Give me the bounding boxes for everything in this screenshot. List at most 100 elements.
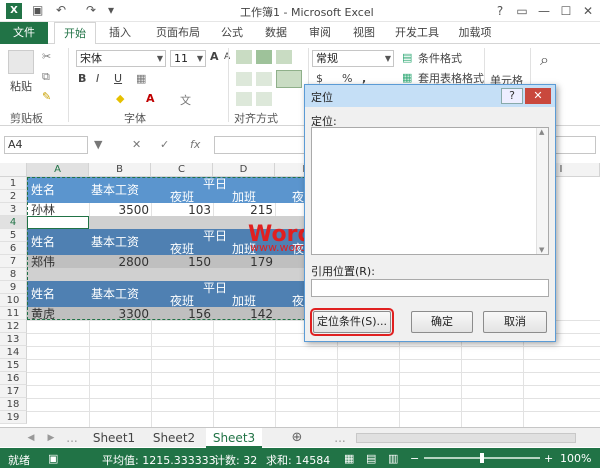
horizontal-scrollbar[interactable] (356, 433, 576, 443)
normal-view-icon[interactable]: ▦ (344, 452, 354, 465)
table-format-icon[interactable]: ▦ (402, 71, 412, 84)
decrease-indent-icon[interactable] (236, 92, 252, 106)
redo-icon[interactable]: ↷ (86, 3, 96, 17)
zoom-slider-thumb[interactable] (480, 453, 484, 463)
row-header[interactable]: 16 (0, 372, 27, 385)
zoom-out-button[interactable]: − (410, 452, 419, 465)
align-center-icon[interactable] (256, 72, 272, 86)
tab-scroll-more-icon[interactable]: ... (330, 428, 350, 448)
paste-label[interactable]: 粘贴 (10, 78, 32, 94)
row-header[interactable]: 3 (0, 203, 27, 216)
row-header[interactable]: 7 (0, 255, 27, 268)
row-header[interactable]: 12 (0, 320, 27, 333)
row-header[interactable]: 19 (0, 411, 27, 424)
prev-sheet-icon[interactable]: ◀ (24, 428, 38, 448)
tab-home[interactable]: 开始 (54, 22, 96, 45)
tab-data[interactable]: 数据 (256, 22, 296, 44)
column-header[interactable]: C (151, 163, 213, 177)
ok-button[interactable]: 确定 (411, 311, 473, 333)
add-sheet-icon[interactable]: ⊕ (288, 428, 306, 448)
page-break-icon[interactable]: ▥ (388, 452, 398, 465)
row-header[interactable]: 8 (0, 268, 27, 281)
row-header[interactable]: 9 (0, 281, 27, 294)
maximize-icon[interactable]: ☐ (556, 2, 576, 20)
wrap-text-icon[interactable] (276, 50, 292, 64)
enter-icon[interactable]: ✓ (160, 138, 169, 151)
ribbon-display-icon[interactable]: ▭ (512, 2, 532, 20)
merge-center-icon[interactable] (276, 70, 302, 88)
row-header[interactable]: 2 (0, 190, 27, 203)
tab-addins[interactable]: 加载项 (450, 22, 500, 44)
undo-icon[interactable]: ↶ (56, 3, 66, 17)
row-header[interactable]: 11 (0, 307, 27, 320)
font-size-select[interactable]: 11 ▼ (170, 50, 206, 67)
cancel-icon[interactable]: ✕ (132, 138, 141, 151)
zoom-level[interactable]: 100% (560, 452, 591, 465)
page-layout-icon[interactable]: ▤ (366, 452, 376, 465)
goto-special-button[interactable]: 定位条件(S)... (310, 308, 394, 336)
minimize-icon[interactable]: — (534, 2, 554, 20)
find-icon[interactable]: ⌕ (540, 50, 549, 70)
tab-insert[interactable]: 插入 (100, 22, 140, 44)
name-box-dropdown-icon[interactable]: ▼ (94, 138, 102, 151)
font-color-button[interactable]: A (146, 92, 155, 105)
borders-icon[interactable]: ▦ (136, 72, 146, 85)
status-macro-icon[interactable]: ▣ (48, 452, 58, 465)
sheet-tab-sheet3[interactable]: Sheet3 (206, 428, 262, 448)
number-format-select[interactable]: 常规 ▼ (312, 50, 394, 67)
paste-icon[interactable] (8, 50, 34, 74)
tab-file[interactable]: 文件 (0, 22, 48, 44)
row-header[interactable]: 13 (0, 333, 27, 346)
align-middle-icon[interactable] (256, 50, 272, 64)
tab-page-layout[interactable]: 页面布局 (146, 22, 210, 44)
row-header[interactable]: 17 (0, 385, 27, 398)
zoom-in-button[interactable]: + (544, 452, 553, 465)
tab-review[interactable]: 审阅 (300, 22, 340, 44)
orientation-icon[interactable] (256, 92, 272, 106)
cancel-button[interactable]: 取消 (483, 311, 547, 333)
dialog-help-icon[interactable]: ? (501, 88, 523, 104)
list-scrollbar[interactable]: ▲ ▼ (536, 128, 548, 254)
insert-function-icon[interactable]: fx (190, 138, 200, 151)
tab-formulas[interactable]: 公式 (214, 22, 250, 44)
row-header[interactable]: 18 (0, 398, 27, 411)
dialog-close-icon[interactable]: ✕ (525, 88, 551, 104)
scroll-up-icon[interactable]: ▲ (539, 128, 544, 136)
conditional-format-icon[interactable]: ▤ (402, 51, 412, 64)
help-icon[interactable]: ? (490, 2, 510, 20)
sheet-tab-sheet1[interactable]: Sheet1 (86, 428, 142, 448)
conditional-format-button[interactable]: 条件格式 (418, 50, 462, 66)
align-top-icon[interactable] (236, 50, 252, 64)
align-left-icon[interactable] (236, 72, 252, 86)
save-icon[interactable]: ▣ (32, 3, 43, 17)
underline-button[interactable]: U (114, 72, 122, 85)
copy-icon[interactable]: ⧉ (42, 70, 50, 84)
scroll-down-icon[interactable]: ▼ (539, 246, 544, 254)
italic-button[interactable]: I (96, 72, 99, 85)
customize-icon[interactable]: ▾ (108, 3, 114, 17)
close-icon[interactable]: ✕ (578, 2, 598, 20)
row-header[interactable]: 6 (0, 242, 27, 255)
column-header[interactable]: A (27, 163, 89, 177)
bold-button[interactable]: B (78, 72, 86, 85)
tab-view[interactable]: 视图 (344, 22, 384, 44)
format-painter-icon[interactable]: ✎ (42, 90, 51, 103)
row-header[interactable]: 10 (0, 294, 27, 307)
row-header[interactable]: 15 (0, 359, 27, 372)
next-sheet-icon[interactable]: ▶ (44, 428, 58, 448)
row-header[interactable]: 4 (0, 216, 27, 229)
select-all-corner[interactable] (0, 163, 27, 177)
column-header[interactable]: B (89, 163, 151, 177)
font-name-select[interactable]: 宋体 ▼ (76, 50, 166, 67)
phonetic-icon[interactable]: 文 (180, 92, 191, 108)
grow-font-button[interactable]: A (210, 50, 219, 63)
more-sheets-icon[interactable]: ... (62, 428, 82, 448)
goto-list[interactable]: ▲ ▼ (311, 127, 549, 255)
fill-color-icon[interactable]: ◆ (116, 92, 124, 105)
column-header[interactable]: D (213, 163, 275, 177)
row-header[interactable]: 14 (0, 346, 27, 359)
dialog-title-bar[interactable]: 定位 ? ✕ (305, 85, 555, 107)
row-header[interactable]: 1 (0, 177, 27, 190)
row-header[interactable]: 5 (0, 229, 27, 242)
tab-developer[interactable]: 开发工具 (388, 22, 446, 44)
